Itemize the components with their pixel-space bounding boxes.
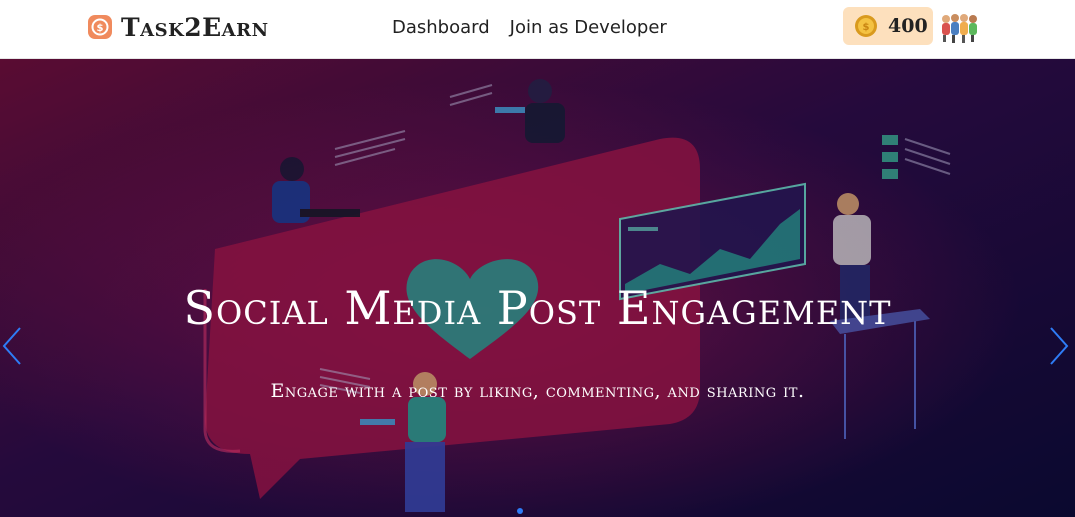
- hero-title: Social Media Post Engagement: [183, 281, 892, 335]
- carousel-indicator-active[interactable]: [517, 508, 523, 514]
- svg-text:$: $: [863, 22, 870, 33]
- gold-coin-icon: $: [855, 15, 877, 37]
- chevron-left-icon[interactable]: [0, 326, 28, 376]
- coin-balance-badge[interactable]: $ 400: [843, 7, 933, 45]
- hero-carousel: Social Media Post Engagement Engage with…: [0, 59, 1075, 517]
- nav-dashboard-link[interactable]: Dashboard: [392, 15, 490, 41]
- svg-text:$: $: [97, 23, 104, 34]
- group-avatar-icon[interactable]: [938, 10, 980, 44]
- hero-subtitle: Engage with a post by liking, commenting…: [270, 380, 805, 402]
- brand-name: Task2Earn: [121, 12, 269, 42]
- brand-logo[interactable]: $ Task2Earn: [87, 12, 269, 42]
- main-nav: Dashboard Join as Developer: [392, 15, 687, 41]
- dollar-coin-icon: $: [88, 15, 112, 39]
- coin-count: 400: [888, 15, 928, 37]
- chevron-right-icon[interactable]: [1045, 326, 1073, 376]
- nav-join-developer-link[interactable]: Join as Developer: [510, 15, 667, 41]
- navbar: $ Task2Earn Dashboard Join as Developer …: [0, 0, 1075, 59]
